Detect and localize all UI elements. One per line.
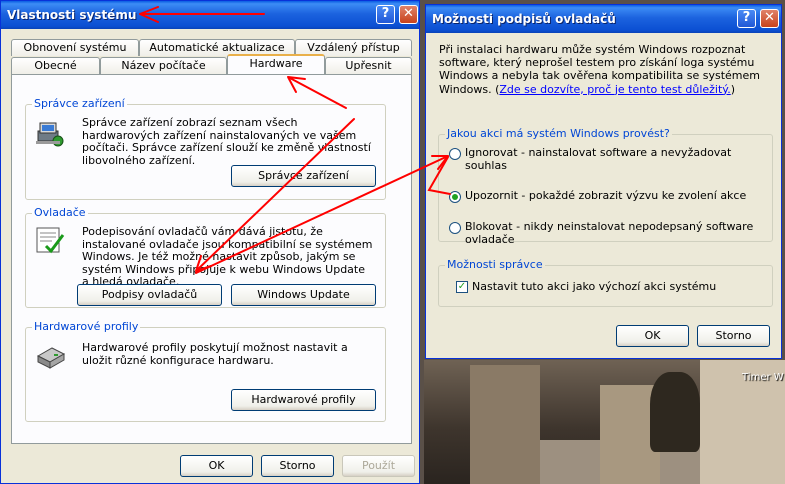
dialog-title-bar[interactable]: Možnosti podpisů ovladačů ? ✕ <box>426 5 781 33</box>
radio-warn-label[interactable]: Upozornit - pokaždé zobrazit výzvu ke zv… <box>465 189 746 202</box>
device-manager-group: Správce zařízení Správce zařízení zobraz… <box>25 97 386 200</box>
system-properties-window: Vlastnosti systému ? ✕ Obnovení systému … <box>0 0 420 484</box>
radio-block-label[interactable]: Blokovat - nikdy neinstalovat nepodepsan… <box>465 220 772 246</box>
help-button[interactable]: ? <box>376 5 395 24</box>
hardware-profiles-description: Hardwarové profily poskytují možnost nas… <box>82 341 348 367</box>
dialog-help-button[interactable]: ? <box>737 9 756 28</box>
device-manager-button[interactable]: Správce zařízení <box>231 165 376 187</box>
drivers-group: Ovladače Podepisování ovladačů vám dává … <box>25 206 386 308</box>
tab-general[interactable]: Obecné <box>11 57 100 74</box>
desktop-icon-label[interactable]: Timer W <box>742 372 784 383</box>
window-title: Vlastnosti systému <box>7 8 137 22</box>
cancel-button[interactable]: Storno <box>261 455 334 477</box>
driver-signing-button[interactable]: Podpisy ovladačů <box>77 284 222 306</box>
windows-update-button[interactable]: Windows Update <box>231 284 376 306</box>
radio-selected-dot <box>452 194 458 200</box>
drivers-group-label: Ovladače <box>32 206 88 219</box>
driver-signing-icon <box>34 224 66 256</box>
dialog-ok-button[interactable]: OK <box>616 325 689 347</box>
tab-advanced[interactable]: Upřesnit <box>325 57 412 74</box>
tab-hardware[interactable]: Hardware <box>227 54 325 74</box>
radio-ignore[interactable] <box>449 148 461 160</box>
hardware-profiles-icon <box>34 340 66 372</box>
default-action-label[interactable]: Nastavit tuto akci jako výchozí akci sys… <box>472 280 716 293</box>
radio-ignore-label[interactable]: Ignorovat - nainstalovat software a nevy… <box>465 146 772 172</box>
admin-group: Možnosti správce ✓ Nastavit tuto akci ja… <box>438 258 773 307</box>
dialog-cancel-button[interactable]: Storno <box>697 325 770 347</box>
ok-button[interactable]: OK <box>180 455 253 477</box>
title-bar[interactable]: Vlastnosti systému ? ✕ <box>1 1 419 29</box>
radio-block[interactable] <box>449 222 461 234</box>
device-manager-group-label: Správce zařízení <box>32 97 127 110</box>
wallpaper-building <box>470 365 540 484</box>
action-group: Jakou akci má systém Windows provést? Ig… <box>438 127 773 246</box>
wallpaper-tree <box>650 372 700 452</box>
dialog-close-button[interactable]: ✕ <box>760 9 779 28</box>
driver-signing-dialog: Možnosti podpisů ovladačů ? ✕ Při instal… <box>425 4 782 359</box>
hardware-profiles-group-label: Hardwarové profily <box>32 320 141 333</box>
drivers-description: Podepisování ovladačů vám dává jistotu, … <box>82 225 373 289</box>
dialog-intro-text: Při instalaci hardwaru může systém Windo… <box>439 43 774 96</box>
device-manager-icon <box>34 117 66 149</box>
tab-panel-hardware: Správce zařízení Správce zařízení zobraz… <box>11 74 412 444</box>
device-manager-description: Správce zařízení zobrazí seznam všech ha… <box>82 116 371 167</box>
default-action-checkbox[interactable]: ✓ <box>456 281 468 293</box>
radio-warn[interactable] <box>449 191 461 203</box>
apply-button[interactable]: Použít <box>342 455 415 477</box>
tab-computer-name[interactable]: Název počítače <box>100 57 227 74</box>
admin-group-label: Možnosti správce <box>445 258 545 271</box>
hardware-profiles-group: Hardwarové profily Hardwarové profily po… <box>25 320 386 422</box>
intro-end: ) <box>730 82 736 96</box>
action-group-label: Jakou akci má systém Windows provést? <box>445 127 672 140</box>
close-button[interactable]: ✕ <box>399 5 418 24</box>
dialog-title: Možnosti podpisů ovladačů <box>432 12 616 26</box>
hardware-profiles-button[interactable]: Hardwarové profily <box>231 389 376 411</box>
tab-system-restore[interactable]: Obnovení systému <box>11 39 139 56</box>
why-important-link[interactable]: Zde se dozvíte, proč je tento test důlež… <box>499 83 730 96</box>
